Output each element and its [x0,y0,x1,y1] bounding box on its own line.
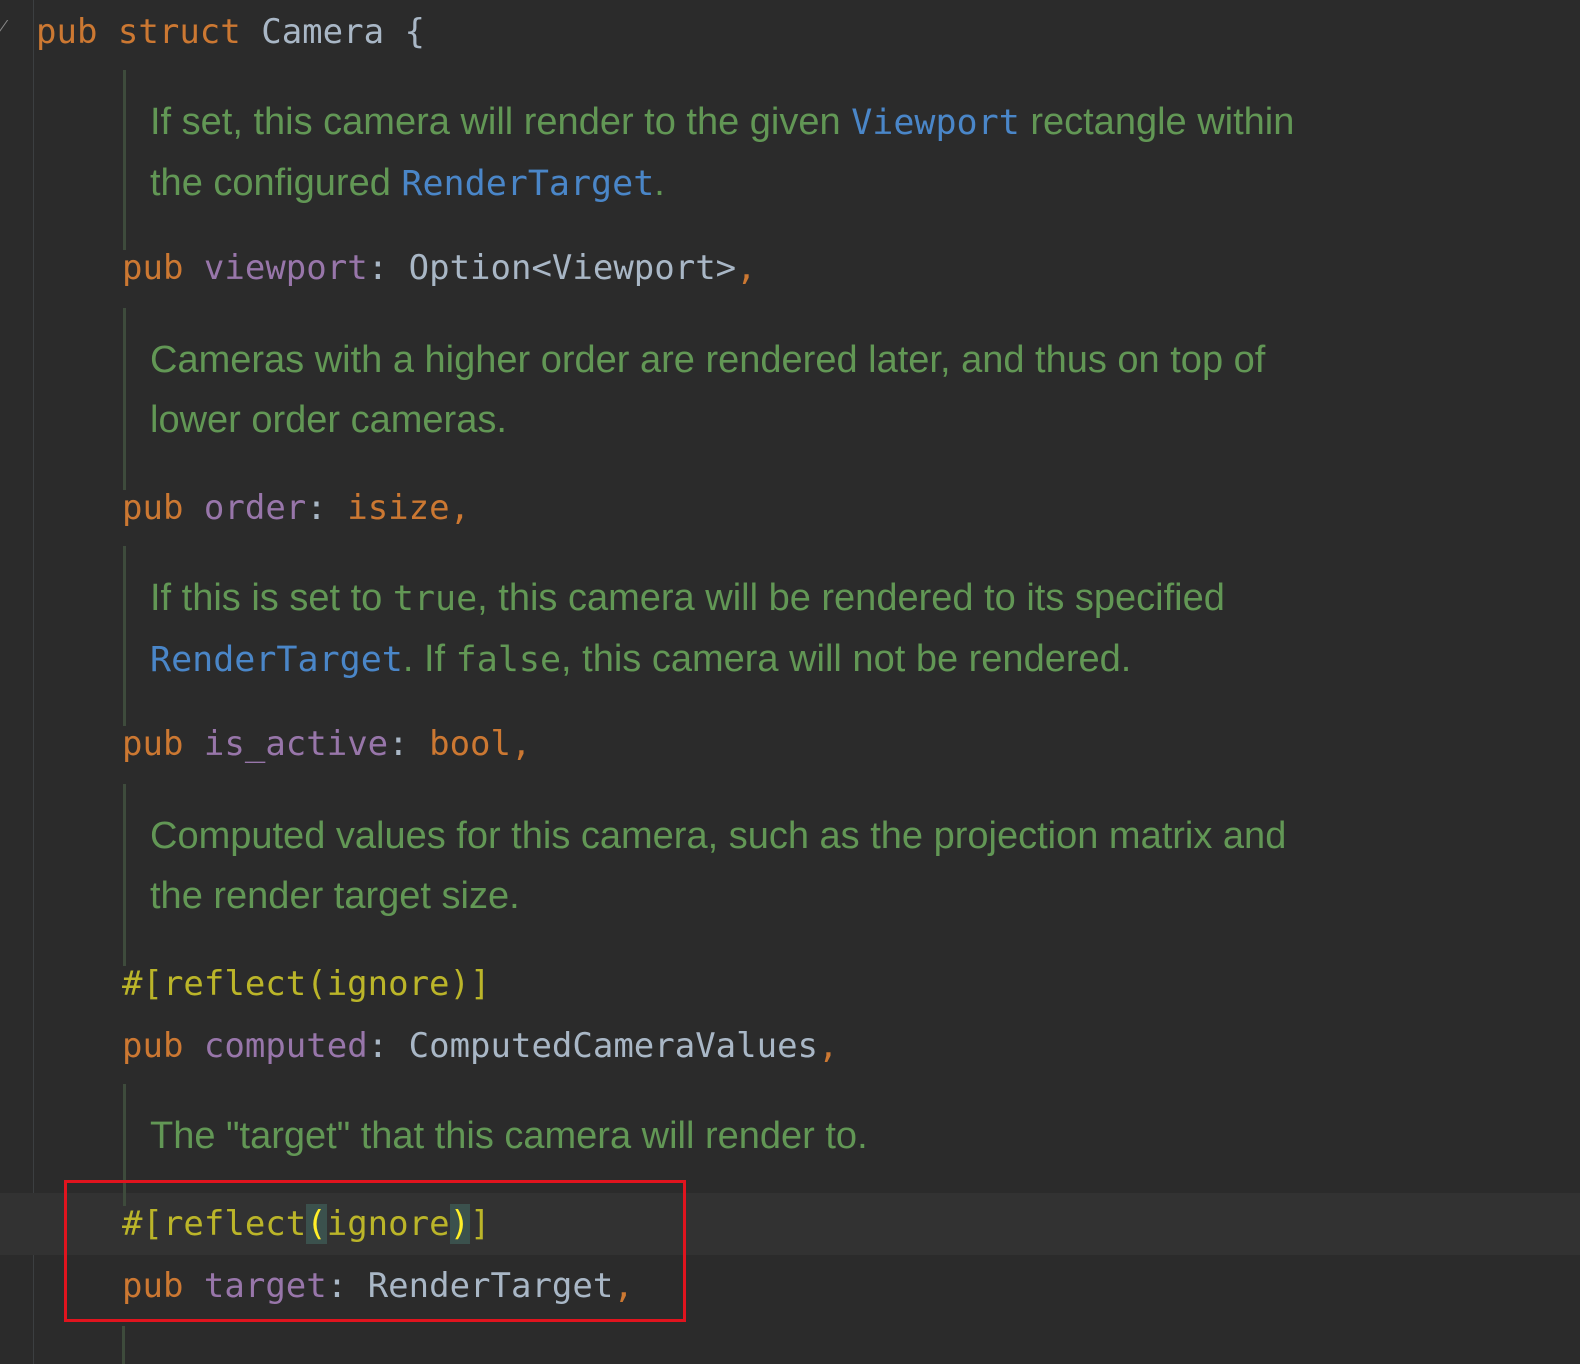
colon: : [367,248,409,288]
matched-paren-close: ) [449,1204,471,1244]
colon: : [326,1266,368,1306]
doc-comment-computed: Computed values for this camera, such as… [123,784,1286,966]
comma: , [736,248,757,288]
comma: , [818,1026,839,1066]
doc-line: RenderTarget. If false, this camera will… [150,638,1132,680]
doc-line: lower order cameras. [150,399,507,441]
doc-comment-target: The "target" that this camera will rende… [123,1084,868,1206]
doc-code-false: false [455,640,562,680]
doc-line: the render target size. [150,875,520,917]
doc-line: If this is set to true, this camera will… [150,577,1225,619]
keyword-pub: pub [122,1026,184,1066]
field-computed[interactable]: pub computed: ComputedCameraValues, [122,1024,839,1068]
struct-name: Camera [261,12,385,52]
keyword-pub: pub [122,724,184,764]
colon: : [306,488,348,528]
field-name: target [203,1266,327,1306]
fold-gutter-line [33,0,34,1364]
field-type: ComputedCameraValues [408,1026,819,1066]
doc-line: The "target" that this camera will rende… [150,1115,868,1157]
field-name: order [203,488,307,528]
keyword-pub: pub [122,488,184,528]
doc-comment-viewport: If set, this camera will render to the g… [123,70,1294,250]
field-type: Option<Viewport> [408,248,737,288]
field-type: RenderTarget [367,1266,614,1306]
field-name: computed [203,1026,368,1066]
attribute-text: #[reflect(ignore)] [122,964,491,1004]
attribute-suffix: ] [470,1204,491,1244]
matched-paren-open: ( [306,1204,327,1244]
attribute-reflect-ignore[interactable]: #[reflect(ignore)] [122,962,490,1006]
field-name: viewport [203,248,368,288]
attribute-prefix: #[reflect [122,1204,307,1244]
field-type: isize [347,488,450,528]
open-brace: { [404,12,426,52]
colon: : [388,724,430,764]
attribute-inner: ignore [326,1204,450,1244]
field-target[interactable]: pub target: RenderTarget, [122,1264,634,1308]
doc-code-true: true [392,579,478,619]
field-viewport[interactable]: pub viewport: Option<Viewport>, [122,246,757,290]
doc-line: Computed values for this camera, such as… [150,815,1287,857]
doc-comment-order: Cameras with a higher order are rendered… [123,308,1265,490]
keyword-struct: struct [117,12,241,52]
doc-comment-is-active: If this is set to true, this camera will… [123,546,1225,726]
field-type: bool [429,724,511,764]
doc-link-render-target[interactable]: RenderTarget [150,640,403,680]
keyword-pub: pub [122,248,184,288]
keyword-pub: pub [36,12,98,52]
comma: , [613,1266,634,1306]
field-name: is_active [203,724,389,764]
colon: : [367,1026,409,1066]
comma: , [510,724,532,764]
doc-line: the configured RenderTarget. [150,162,665,204]
code-editor[interactable]: ⁄ pub struct Camera { If set, this camer… [0,0,1580,1364]
doc-link-render-target[interactable]: RenderTarget [401,164,654,204]
doc-line: Cameras with a higher order are rendered… [150,339,1266,381]
keyword-pub: pub [122,1266,184,1306]
attribute-reflect-ignore-target[interactable]: #[reflect(ignore)] [122,1202,491,1246]
fold-arrow-icon[interactable]: ⁄ [0,14,4,43]
struct-declaration[interactable]: pub struct Camera { [36,10,425,54]
doc-line: If set, this camera will render to the g… [150,101,1295,143]
doc-guide-line [122,1326,125,1364]
comma: , [449,488,471,528]
field-is-active[interactable]: pub is_active: bool, [122,722,531,766]
field-order[interactable]: pub order: isize, [122,486,470,530]
doc-link-viewport[interactable]: Viewport [851,103,1020,143]
